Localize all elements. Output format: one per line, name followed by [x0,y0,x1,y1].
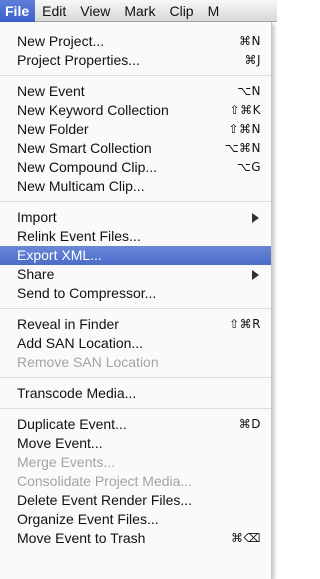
menu-item-move-event[interactable]: Move Event... [0,434,271,453]
menu-item-send-to-compressor[interactable]: Send to Compressor... [0,284,271,303]
menu-separator [0,201,271,202]
menubar-clip[interactable]: Clip [162,0,200,22]
menu-separator [0,377,271,378]
menu-item-label: Transcode Media... [17,385,137,401]
menu-item-label: Share [17,266,55,282]
menu-item-project-properties[interactable]: Project Properties... ⌘J [0,51,271,70]
menu-item-delete-event-render-files[interactable]: Delete Event Render Files... [0,491,271,510]
shortcut: ⌘D [238,417,261,431]
menu-item-label: New Project... [17,33,105,49]
menu-item-add-san-location[interactable]: Add SAN Location... [0,334,271,353]
menu-item-label: Move Event... [17,435,103,451]
menu-separator [0,408,271,409]
submenu-arrow-icon [252,270,259,280]
menu-item-label: Add SAN Location... [17,335,144,351]
menu-item-new-compound-clip[interactable]: New Compound Clip... ⌥G [0,158,271,177]
menu-item-move-event-to-trash[interactable]: Move Event to Trash ⌘⌫ [0,529,271,548]
menu-item-label: Move Event to Trash [17,530,146,546]
menu-item-remove-san-location: Remove SAN Location [0,353,271,372]
menu-item-transcode-media[interactable]: Transcode Media... [0,384,271,403]
menu-item-organize-event-files[interactable]: Organize Event Files... [0,510,271,529]
menu-item-label: Organize Event Files... [17,511,159,527]
menu-item-label: Duplicate Event... [17,416,127,432]
menu-item-label: New Keyword Collection [17,102,169,118]
menu-item-label: Consolidate Project Media... [17,473,193,489]
shortcut: ⇧⌘R [229,317,261,331]
menubar-modify[interactable]: M [201,0,227,22]
menu-item-new-smart-collection[interactable]: New Smart Collection ⌥⌘N [0,139,271,158]
menu-item-new-project[interactable]: New Project... ⌘N [0,32,271,51]
menu-item-new-event[interactable]: New Event ⌥N [0,82,271,101]
menu-item-label: New Compound Clip... [17,159,158,175]
menu-item-label: Project Properties... [17,52,140,68]
menu-item-duplicate-event[interactable]: Duplicate Event... ⌘D [0,415,271,434]
shortcut: ⌥⌘N [224,141,261,155]
menu-item-label: Merge Events... [17,454,116,470]
menu-item-new-keyword-collection[interactable]: New Keyword Collection ⇧⌘K [0,101,271,120]
shortcut: ⌥G [236,160,261,174]
menu-item-label: Send to Compressor... [17,285,157,301]
shortcut: ⌘J [244,53,261,67]
menu-item-label: New Smart Collection [17,140,152,156]
menu-item-label: New Event [17,83,85,99]
menu-item-export-xml[interactable]: Export XML... [0,246,271,265]
shortcut: ⌘N [239,34,261,48]
menu-separator [0,308,271,309]
menu-item-label: New Folder [17,121,89,137]
shortcut: ⌘⌫ [231,531,261,545]
menu-item-label: Relink Event Files... [17,228,141,244]
menu-item-import[interactable]: Import [0,208,271,227]
menu-item-reveal-in-finder[interactable]: Reveal in Finder ⇧⌘R [0,315,271,334]
menu-bar: File Edit View Mark Clip M [0,0,277,22]
file-menu: New Project... ⌘N Project Properties... … [0,22,272,579]
menubar-file[interactable]: File [0,0,36,22]
shortcut: ⇧⌘K [229,103,261,117]
menubar-edit[interactable]: Edit [35,0,73,22]
shortcut: ⇧⌘N [228,122,261,136]
submenu-arrow-icon [252,213,259,223]
menu-item-new-multicam-clip[interactable]: New Multicam Clip... [0,177,271,196]
menu-item-label: Export XML... [17,247,102,263]
menu-item-label: Delete Event Render Files... [17,492,193,508]
menu-item-label: Remove SAN Location [17,354,159,370]
shortcut: ⌥N [237,84,261,98]
menubar-mark[interactable]: Mark [117,0,162,22]
menu-item-merge-events: Merge Events... [0,453,271,472]
menu-item-share[interactable]: Share [0,265,271,284]
menu-item-new-folder[interactable]: New Folder ⇧⌘N [0,120,271,139]
menu-separator [0,75,271,76]
menu-item-consolidate-project-media: Consolidate Project Media... [0,472,271,491]
menu-item-label: Reveal in Finder [17,316,119,332]
menu-item-label: Import [17,209,57,225]
menu-item-relink-event-files[interactable]: Relink Event Files... [0,227,271,246]
menu-item-label: New Multicam Clip... [17,178,145,194]
menubar-view[interactable]: View [73,0,117,22]
